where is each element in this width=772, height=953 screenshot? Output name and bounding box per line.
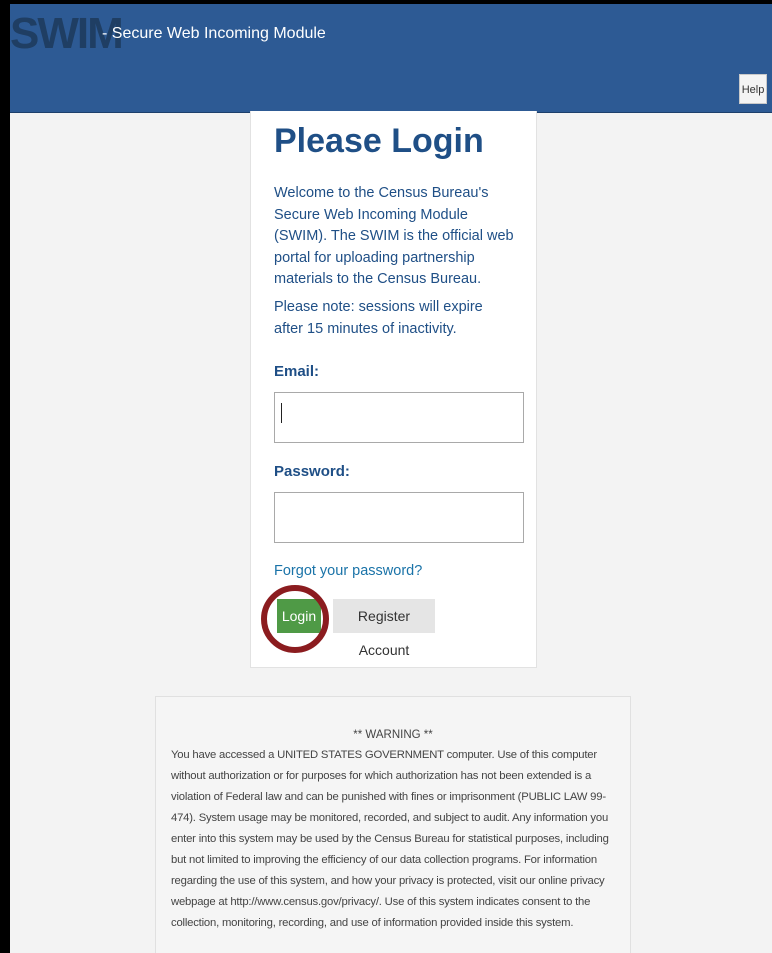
text-cursor (281, 403, 282, 423)
email-field[interactable] (274, 392, 524, 443)
intro-text: Welcome to the Census Bureau's Secure We… (274, 185, 514, 287)
warning-title: ** WARNING ** (353, 729, 433, 741)
login-button[interactable]: Login (277, 599, 321, 633)
register-account-button[interactable]: Register Account (333, 599, 435, 658)
app-header: SWIM - Secure Web Incoming Module Help (10, 4, 772, 113)
browser-page: SWIM - Secure Web Incoming Module Help P… (10, 4, 772, 953)
session-note: Please note: sessions will expire after … (274, 299, 483, 337)
warning-box: ** WARNING ** You have accessed a UNITED… (155, 696, 631, 953)
warning-text: You have accessed a UNITED STATES GOVERN… (171, 749, 609, 929)
forgot-password-link[interactable]: Forgot your password? (274, 562, 422, 580)
app-subtitle: - Secure Web Incoming Module (102, 25, 326, 42)
help-button[interactable]: Help (739, 74, 767, 104)
password-label: Password: (274, 463, 350, 480)
email-label: Email: (274, 363, 320, 380)
password-field[interactable] (274, 492, 524, 543)
login-card: Please Login Welcome to the Census Burea… (250, 111, 537, 668)
page-title: Please Login (274, 122, 484, 160)
